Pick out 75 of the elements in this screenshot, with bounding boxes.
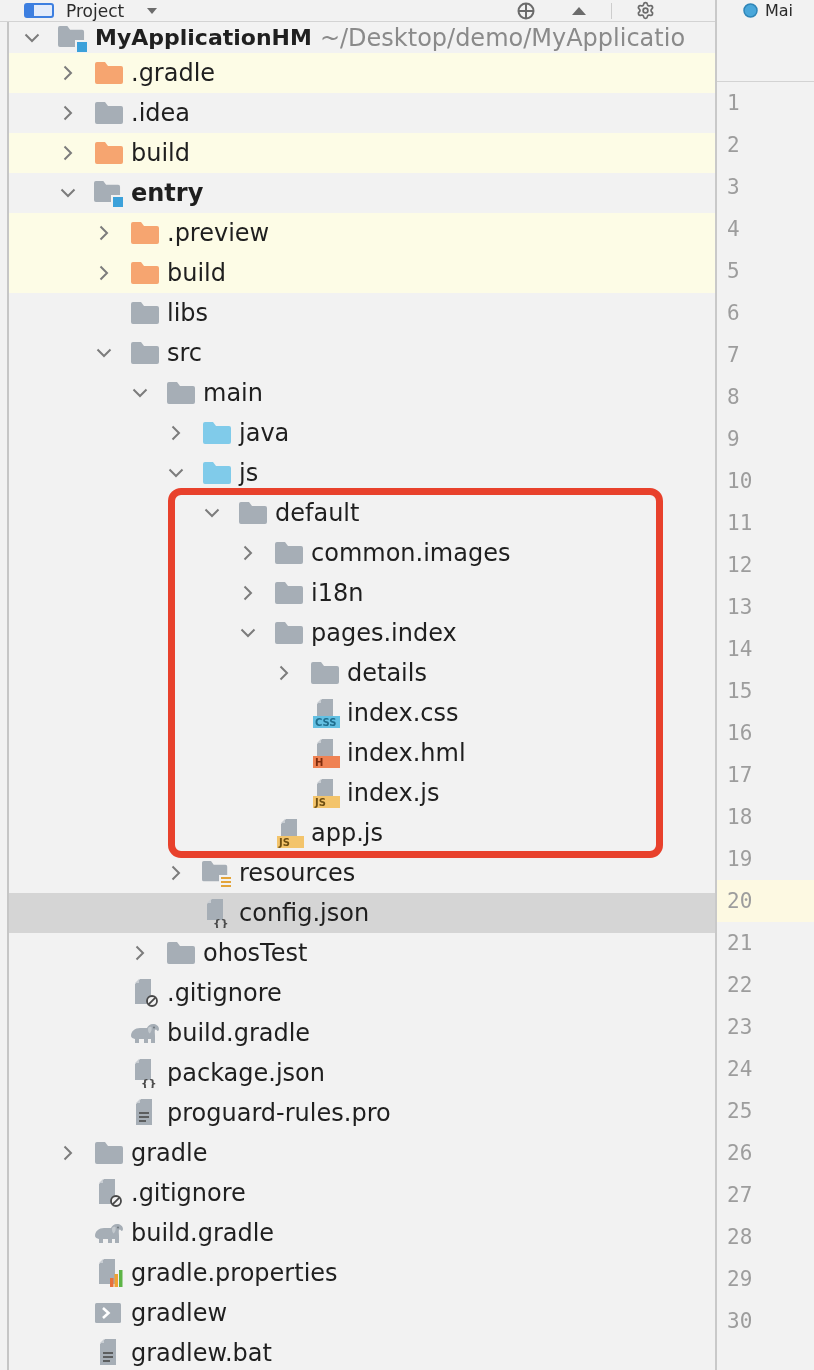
tree-row[interactable]: src xyxy=(9,333,715,373)
tree-row[interactable]: .gitignore xyxy=(9,973,715,1013)
tree-row[interactable]: gradle.properties xyxy=(9,1253,715,1293)
line-number: 20 xyxy=(717,880,814,922)
tree-row[interactable]: build xyxy=(9,133,715,173)
crosshair-icon[interactable] xyxy=(517,1,535,20)
tree-row[interactable]: gradle xyxy=(9,1133,715,1173)
line-number: 1 xyxy=(726,90,741,117)
panel-title[interactable]: Project xyxy=(66,0,125,21)
line-number: 24 xyxy=(726,1056,754,1083)
tree-row[interactable]: MyApplicationHM ~/Desktop/demo/MyApplicatio xyxy=(9,22,715,53)
tree-row[interactable]: js xyxy=(9,453,715,493)
tree-row[interactable]: {} package.json xyxy=(9,1053,715,1093)
tree-row[interactable]: CSS index.css xyxy=(9,693,715,733)
tree-row[interactable]: libs xyxy=(9,293,715,333)
line-number: 23 xyxy=(726,1014,754,1041)
line-number: 21 xyxy=(726,930,754,957)
line-number: 14 xyxy=(726,636,754,663)
line-number: 22 xyxy=(726,972,754,999)
line-number: 5 xyxy=(726,258,741,285)
line-number: 2 xyxy=(726,132,741,159)
tree-row[interactable]: common.images xyxy=(9,533,715,573)
tree-row[interactable]: entry xyxy=(9,173,715,213)
tree-row[interactable]: build.gradle xyxy=(9,1013,715,1053)
caret-up-icon[interactable] xyxy=(571,5,587,16)
line-number: 3 xyxy=(726,174,741,201)
line-number: 18 xyxy=(726,804,754,831)
tree-row[interactable]: proguard-rules.pro xyxy=(9,1093,715,1133)
line-number: 27 xyxy=(726,1182,754,1209)
line-number: 16 xyxy=(726,720,754,747)
circle-icon xyxy=(743,3,758,18)
tree-row[interactable]: JS app.js xyxy=(9,813,715,853)
line-number: 7 xyxy=(726,342,741,369)
tree-row[interactable]: default xyxy=(9,493,715,533)
caret-down-icon[interactable] xyxy=(146,6,159,15)
line-number: 30 xyxy=(726,1308,754,1335)
settings-icon[interactable] xyxy=(636,1,655,20)
line-number: 29 xyxy=(726,1266,754,1293)
project-path: ~/Desktop/demo/MyApplicatio xyxy=(319,23,686,52)
line-number: 26 xyxy=(726,1140,754,1167)
tree-row[interactable]: .gradle xyxy=(9,53,715,93)
tree-row[interactable]: {} config.json xyxy=(9,893,715,933)
tree-row[interactable]: java xyxy=(9,413,715,453)
tree-row[interactable]: build.gradle xyxy=(9,1213,715,1253)
tree-row[interactable]: main xyxy=(9,373,715,413)
tree-row[interactable]: .idea xyxy=(9,93,715,133)
line-number: 8 xyxy=(726,384,741,411)
resources-folder-icon xyxy=(202,858,232,888)
module-folder-icon xyxy=(94,178,124,208)
tree-row[interactable]: H index.hml xyxy=(9,733,715,773)
tree-row[interactable]: JS index.js xyxy=(9,773,715,813)
line-number: 9 xyxy=(726,426,741,453)
line-number: 4 xyxy=(726,216,741,243)
tree-row[interactable]: gradlew xyxy=(9,1293,715,1333)
tree-row[interactable]: resources xyxy=(9,853,715,893)
tree-row[interactable]: build xyxy=(9,253,715,293)
tree-row[interactable]: pages.index xyxy=(9,613,715,653)
line-number: 28 xyxy=(726,1224,754,1251)
line-number: 19 xyxy=(726,846,754,873)
tree-row[interactable]: .preview xyxy=(9,213,715,253)
line-number: 10 xyxy=(726,468,754,495)
tree-row[interactable]: i18n xyxy=(9,573,715,613)
line-number: 25 xyxy=(726,1098,754,1125)
line-number: 12 xyxy=(726,552,754,579)
tree-row[interactable]: ohosTest xyxy=(9,933,715,973)
line-number: 11 xyxy=(726,510,754,537)
line-number: 6 xyxy=(726,300,741,327)
line-number: 13 xyxy=(726,594,754,621)
editor-tab[interactable]: Mai xyxy=(765,3,794,19)
tree-row[interactable]: gradlew.bat xyxy=(9,1333,715,1370)
tree-row[interactable]: details xyxy=(9,653,715,693)
tree-row[interactable]: .gitignore xyxy=(9,1173,715,1213)
line-number: 17 xyxy=(726,762,754,789)
line-number: 15 xyxy=(726,678,754,705)
window-icon[interactable] xyxy=(24,3,54,18)
